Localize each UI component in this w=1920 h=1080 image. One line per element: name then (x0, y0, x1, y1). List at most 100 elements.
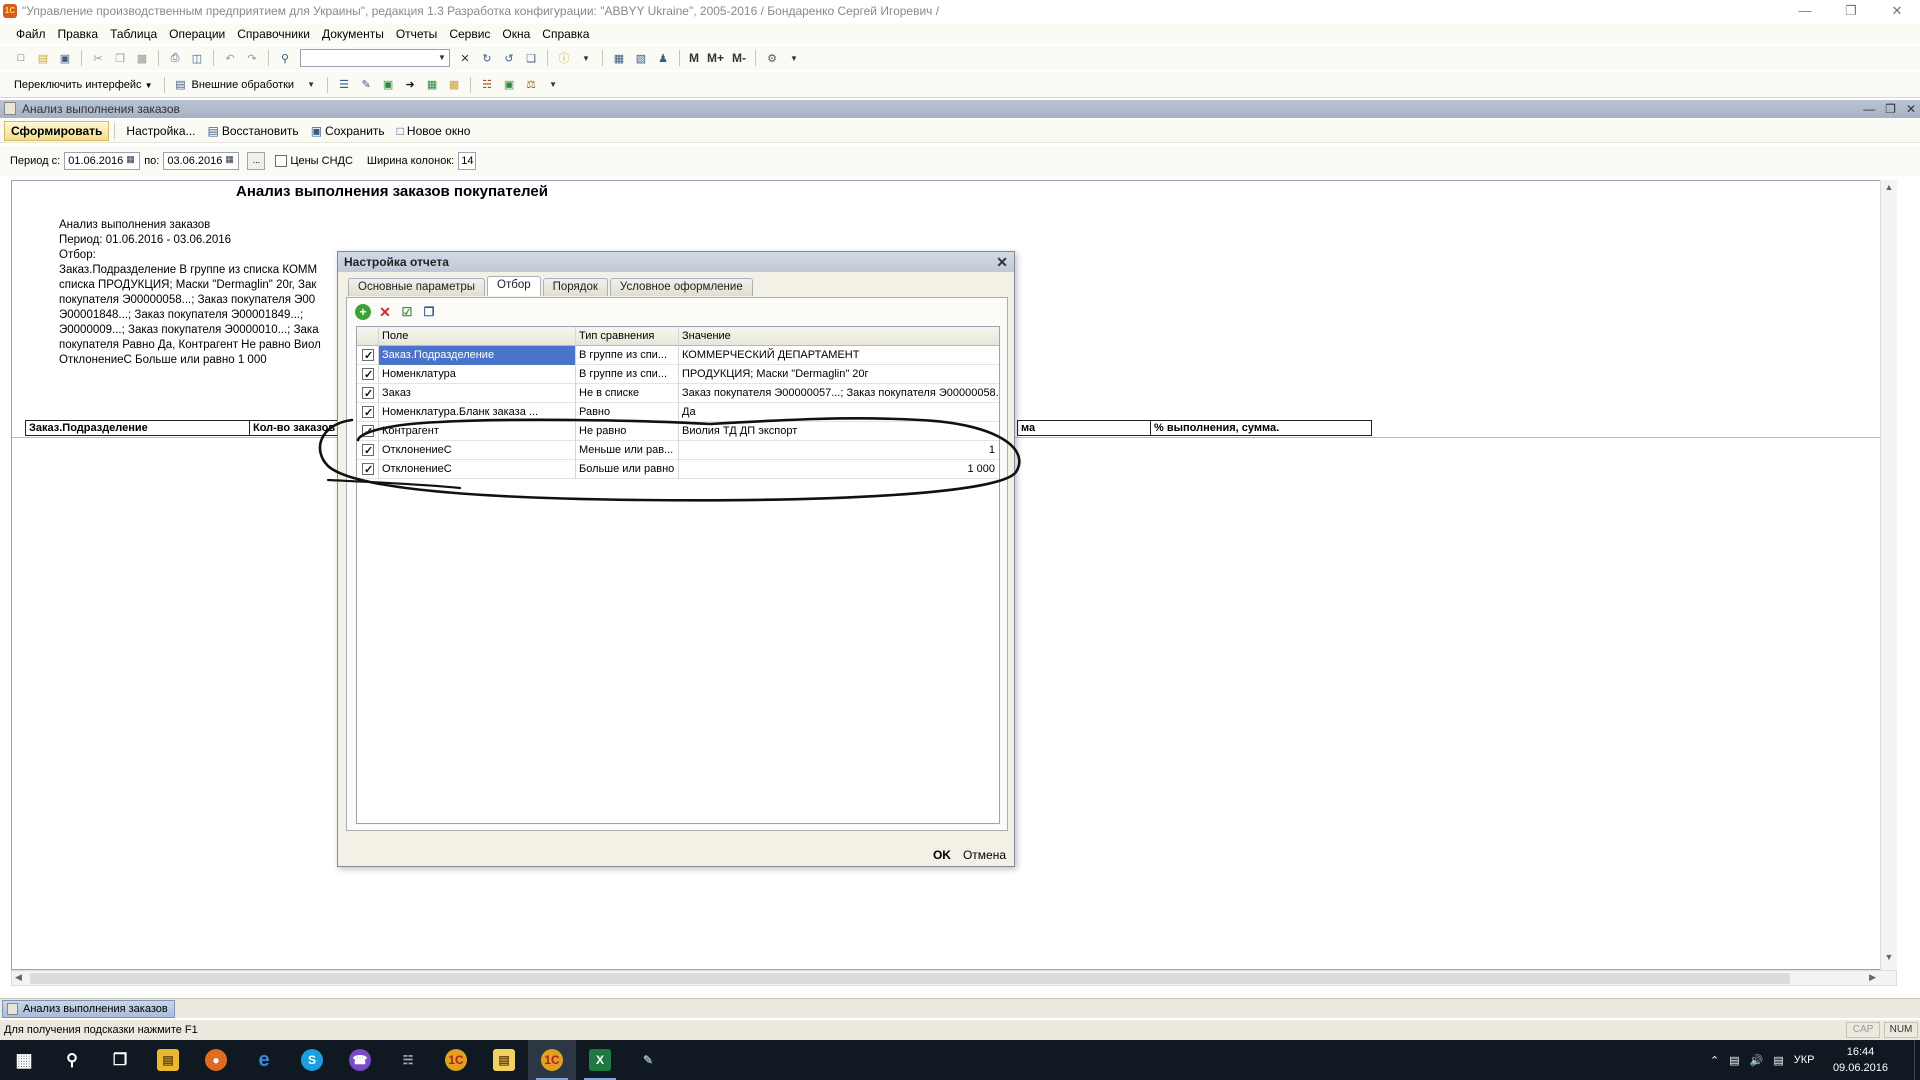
taskbar-paint[interactable]: ✎ (624, 1040, 672, 1080)
header-value[interactable]: Значение (679, 327, 999, 346)
settings-button[interactable]: Настройка... (120, 124, 201, 138)
clock[interactable]: 16:44 09.06.2016 (1833, 1044, 1888, 1076)
info-icon[interactable]: ⓘ (556, 50, 572, 66)
volume-icon[interactable]: 🔊 (1750, 1054, 1764, 1067)
dropdown-arrow-icon[interactable]: ▼ (578, 50, 594, 66)
dialog-close-icon[interactable]: ✕ (996, 252, 1008, 272)
tools-icon[interactable]: ⚙ (764, 50, 780, 66)
cut-icon[interactable]: ✂ (90, 50, 106, 66)
arrow-right-icon[interactable]: ➜ (402, 77, 418, 93)
print-preview-icon[interactable]: ◫ (189, 50, 205, 66)
delete-icon[interactable]: ✕ (377, 304, 393, 320)
select-all-icon[interactable]: ☑ (399, 304, 415, 320)
minimize-button[interactable]: — (1782, 0, 1828, 22)
new-window-button[interactable]: □ Новое окно (391, 124, 477, 138)
horizontal-scrollbar[interactable]: ◀ ▶ (11, 970, 1897, 986)
table-row[interactable]: Заказ Не в списке Заказ покупателя Э0000… (357, 384, 999, 403)
external-processing-button[interactable]: Внешние обработки (192, 79, 301, 91)
scroll-left-icon[interactable]: ◀ (15, 972, 22, 983)
row-checkbox[interactable] (362, 423, 374, 441)
value-cell[interactable]: ПРОДУКЦИЯ; Маски "Dermaglin" 20г (679, 365, 999, 384)
row-checkbox[interactable] (362, 366, 374, 384)
header-field[interactable]: Поле (379, 327, 576, 346)
cancel-button[interactable]: Отмена (963, 848, 1006, 862)
taskbar-1c-active[interactable]: 1C (528, 1040, 576, 1080)
tab-filter[interactable]: Отбор (487, 276, 541, 296)
taskbar-excel[interactable]: X (576, 1040, 624, 1080)
menu-help[interactable]: Справка (536, 27, 595, 41)
close-button[interactable]: ✕ (1874, 0, 1920, 22)
scroll-right-icon[interactable]: ▶ (1869, 972, 1876, 983)
menu-edit[interactable]: Правка (52, 27, 105, 41)
calendar-icon[interactable]: ▦ (611, 50, 627, 66)
task-view-button[interactable]: ❐ (96, 1040, 144, 1080)
table-row[interactable]: ОтклонениеС Больше или равно 1 000 (357, 460, 999, 479)
comparison-cell[interactable]: Не равно (576, 422, 679, 441)
calculator-icon[interactable]: ▧ (633, 50, 649, 66)
calendar-icon[interactable]: ▦ (225, 154, 237, 168)
switch-interface-button[interactable]: Переключить интерфейс ▼ (8, 79, 159, 91)
row-checkbox[interactable] (362, 385, 374, 403)
pen-icon[interactable]: ✎ (358, 77, 374, 93)
notification-icon[interactable]: ▤ (1773, 1054, 1783, 1067)
search-button[interactable]: ⚲ (48, 1040, 96, 1080)
taskbar-folder[interactable]: ▤ (480, 1040, 528, 1080)
find-next-icon[interactable]: ↻ (479, 50, 495, 66)
save-settings-button[interactable]: ▣ Сохранить (305, 124, 391, 138)
comparison-cell[interactable]: Не в списке (576, 384, 679, 403)
value-cell[interactable]: 1 000 (679, 460, 999, 479)
add-icon[interactable]: + (355, 304, 371, 320)
open-folder-icon[interactable]: ▤ (35, 50, 51, 66)
value-cell[interactable]: 1 (679, 441, 999, 460)
table-icon[interactable]: ▦ (424, 77, 440, 93)
column-width-field[interactable]: 14 (458, 152, 477, 170)
clear-search-icon[interactable]: ✕ (457, 50, 473, 66)
value-cell[interactable]: Виолия ТД ДП экспорт (679, 422, 999, 441)
menu-service[interactable]: Сервис (443, 27, 496, 41)
restore-settings-button[interactable]: ▤ Восстановить (202, 124, 305, 138)
deselect-all-icon[interactable]: ❐ (421, 304, 437, 320)
field-cell[interactable]: Номенклатура.Бланк заказа ... (379, 403, 576, 422)
field-cell[interactable]: ОтклонениеС (379, 460, 576, 479)
row-checkbox[interactable] (362, 404, 374, 422)
restore-button[interactable]: ❐ (1828, 0, 1874, 22)
field-cell[interactable]: Контрагент (379, 422, 576, 441)
dropdown-arrow-icon[interactable]: ▼ (786, 50, 802, 66)
comparison-cell[interactable]: В группе из спи... (576, 365, 679, 384)
memory-button[interactable]: M (685, 51, 703, 65)
scroll-thumb[interactable] (30, 973, 1790, 984)
period-to-field[interactable]: 03.06.2016 ▦ (163, 152, 240, 170)
vat-prices-checkbox[interactable] (275, 155, 288, 167)
table-row[interactable]: Контрагент Не равно Виолия ТД ДП экспорт (357, 422, 999, 441)
show-desktop-button[interactable] (1914, 1040, 1920, 1080)
network-icon[interactable]: ▤ (1729, 1054, 1739, 1067)
save-disk-icon[interactable]: ▣ (57, 50, 73, 66)
window-tab-order-analysis[interactable]: Анализ выполнения заказов (2, 1000, 175, 1018)
dropdown-arrow-icon[interactable]: ▼ (545, 77, 561, 93)
period-choose-button[interactable]: ... (247, 152, 266, 170)
value-cell[interactable]: Да (679, 403, 999, 422)
redo-icon[interactable]: ↷ (244, 50, 260, 66)
menu-file[interactable]: Файл (10, 27, 52, 41)
scroll-up-icon[interactable]: ▲ (1881, 182, 1897, 198)
document-move-icon[interactable]: ▣ (501, 77, 517, 93)
header-comparison-type[interactable]: Тип сравнения (576, 327, 679, 346)
row-checkbox[interactable] (362, 347, 374, 365)
taskbar-edge[interactable]: e (240, 1040, 288, 1080)
field-cell[interactable]: Заказ (379, 384, 576, 403)
language-indicator[interactable]: УКР (1794, 1054, 1815, 1066)
table-row[interactable]: Номенклатура.Бланк заказа ... Равно Да (357, 403, 999, 422)
tab-conditional-format[interactable]: Условное оформление (609, 278, 753, 296)
paste-icon[interactable]: ▩ (134, 50, 150, 66)
table-row[interactable]: Заказ.Подразделение В группе из спи... К… (357, 346, 999, 365)
menu-catalogs[interactable]: Справочники (231, 27, 316, 41)
dimension-icon[interactable]: ☰ (336, 77, 352, 93)
document-add-icon[interactable]: ▣ (380, 77, 396, 93)
field-cell[interactable]: Номенклатура (379, 365, 576, 384)
copy-icon[interactable]: ❐ (112, 50, 128, 66)
vertical-scrollbar[interactable]: ▲ ▼ (1880, 180, 1897, 970)
taskbar-explorer[interactable]: ▤ (144, 1040, 192, 1080)
value-cell[interactable]: КОММЕРЧЕСКИЙ ДЕПАРТАМЕНТ (679, 346, 999, 365)
scroll-down-icon[interactable]: ▼ (1881, 952, 1897, 968)
field-cell[interactable]: ОтклонениеС (379, 441, 576, 460)
